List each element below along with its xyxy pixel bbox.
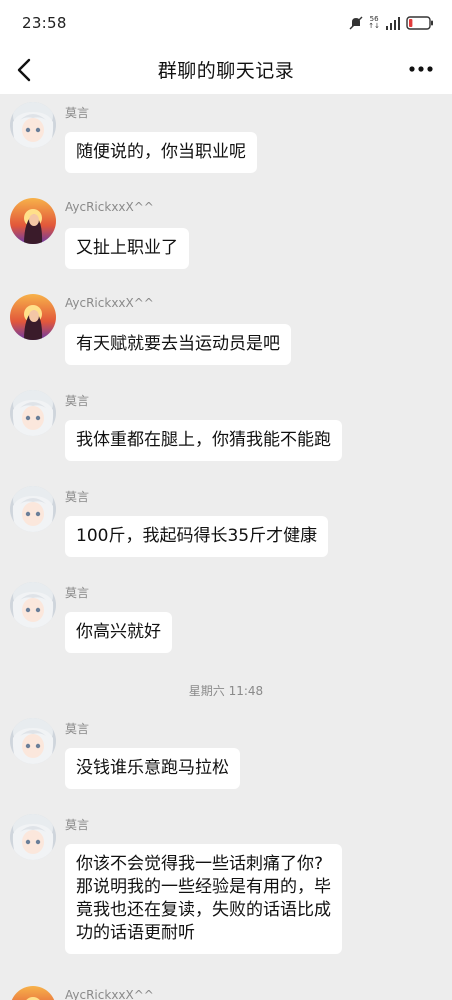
sender-name: 莫言	[65, 722, 90, 736]
sender-name: 莫言	[65, 106, 90, 120]
page-title: 群聊的聊天记录	[157, 60, 295, 82]
message-bubble[interactable]: 我体重都在腿上，你猜我能不能跑	[65, 420, 342, 461]
message-bubble[interactable]: 你该不会觉得我一些话刺痛了你? 那说明我的一些经验是有用的，毕 竟我也还在复读，…	[65, 844, 342, 954]
sender-name: 莫言	[65, 818, 90, 832]
status-time: 23:58	[22, 14, 67, 32]
avatar[interactable]	[10, 486, 56, 532]
nav-bar: 群聊的聊天记录	[0, 46, 452, 94]
chat-history[interactable]: 莫言 随便说的，你当职业呢 AycRickxxX^^ 又扯上职业了 AycRic…	[0, 94, 452, 1000]
battery-icon	[406, 16, 433, 30]
message-bubble[interactable]: 又扯上职业了	[65, 228, 189, 269]
message-bubble[interactable]: 你高兴就好	[65, 612, 172, 653]
status-bar: 23:58 56 ↑↓	[0, 0, 452, 46]
avatar[interactable]	[10, 814, 56, 860]
message-bubble[interactable]: 有天赋就要去当运动员是吧	[65, 324, 291, 365]
signal-icon	[386, 17, 400, 30]
sender-name: 莫言	[65, 490, 90, 504]
sender-name: 莫言	[65, 394, 90, 408]
mute-icon	[349, 16, 363, 30]
sender-name: 莫言	[65, 586, 90, 600]
message-bubble[interactable]: 没钱谁乐意跑马拉松	[65, 748, 240, 789]
avatar[interactable]	[10, 390, 56, 436]
avatar[interactable]	[10, 102, 56, 148]
status-icons: 56 ↑↓	[349, 13, 434, 33]
avatar[interactable]	[10, 986, 56, 1000]
network-type: 56 ↑↓	[368, 15, 380, 30]
time-divider: 星期六 11:48	[188, 684, 264, 698]
sender-name: AycRickxxX^^	[65, 200, 154, 214]
more-dots-icon[interactable]	[408, 62, 434, 76]
avatar[interactable]	[10, 718, 56, 764]
avatar[interactable]	[10, 582, 56, 628]
sender-name: AycRickxxX^^	[65, 988, 154, 1000]
avatar[interactable]	[10, 294, 56, 340]
sender-name: AycRickxxX^^	[65, 296, 154, 310]
message-bubble[interactable]: 100斤，我起码得长35斤才健康	[65, 516, 329, 557]
message-bubble[interactable]: 随便说的，你当职业呢	[65, 132, 257, 173]
avatar[interactable]	[10, 198, 56, 244]
